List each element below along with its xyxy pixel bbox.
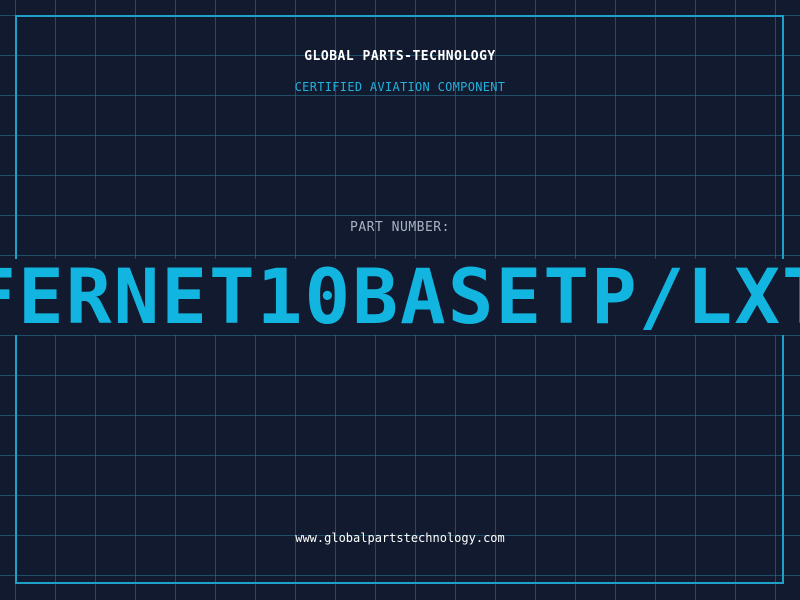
part-number-value: FERNET10BASETP/LXT bbox=[0, 259, 800, 335]
website-url[interactable]: www.globalpartstechnology.com bbox=[0, 531, 800, 545]
part-number-label: PART NUMBER: bbox=[350, 220, 450, 235]
part-number-band: FERNET10BASETP/LXT bbox=[0, 259, 800, 335]
brand-title: GLOBAL PARTS-TECHNOLOGY bbox=[304, 49, 496, 64]
certificate-page: GLOBAL PARTS-TECHNOLOGY CERTIFIED AVIATI… bbox=[0, 0, 800, 600]
certification-subtitle: CERTIFIED AVIATION COMPONENT bbox=[294, 80, 506, 94]
